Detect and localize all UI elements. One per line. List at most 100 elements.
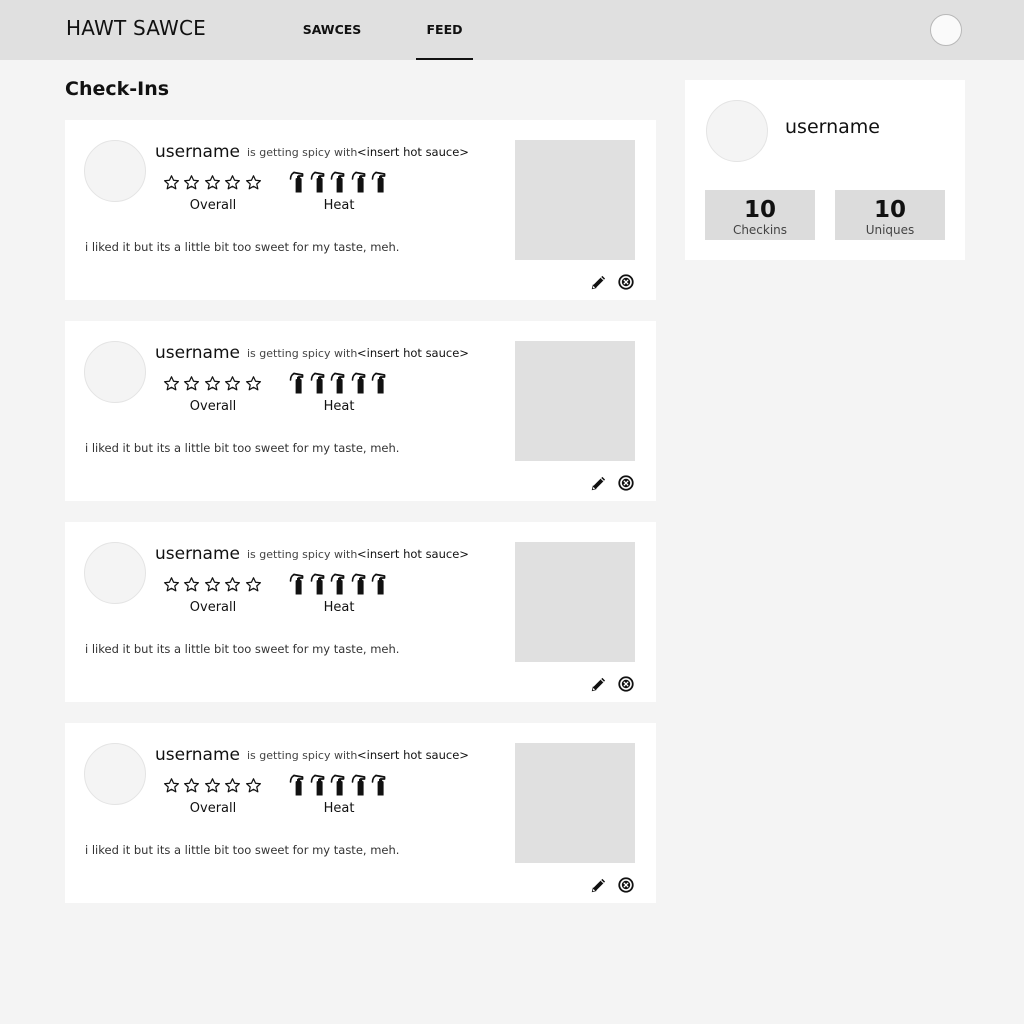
- checkin-comment: i liked it but its a little bit too swee…: [85, 441, 400, 455]
- star-outline-icon[interactable]: [243, 172, 264, 192]
- fire-extinguisher-icon[interactable]: [371, 371, 392, 395]
- star-outline-icon[interactable]: [182, 574, 203, 594]
- star-outline-icon[interactable]: [161, 574, 182, 594]
- tab-sawces[interactable]: SAWCES: [300, 0, 364, 60]
- checkin-comment: i liked it but its a little bit too swee…: [85, 240, 400, 254]
- checkin-username[interactable]: username: [155, 544, 240, 564]
- stat-uniques[interactable]: 10 Uniques: [835, 190, 945, 240]
- stat-uniques-value: 10: [873, 197, 906, 223]
- checkin-feed: username is getting spicy with <insert h…: [65, 120, 656, 924]
- fire-extinguisher-icon[interactable]: [351, 572, 372, 596]
- star-outline-icon[interactable]: [223, 172, 244, 192]
- edit-checkin-button[interactable]: [589, 272, 609, 292]
- fire-extinguisher-icon[interactable]: [310, 773, 331, 797]
- star-outline-icon[interactable]: [161, 373, 182, 393]
- pencil-icon: [590, 273, 608, 291]
- fire-extinguisher-icon[interactable]: [351, 170, 372, 194]
- checkin-username[interactable]: username: [155, 745, 240, 765]
- sauce-photo-placeholder: [515, 542, 635, 662]
- overall-rating: [161, 373, 264, 393]
- checkin-username[interactable]: username: [155, 343, 240, 363]
- fire-extinguisher-icon[interactable]: [330, 773, 351, 797]
- pencil-icon: [590, 876, 608, 894]
- overall-rating: [161, 775, 264, 795]
- checkin-username[interactable]: username: [155, 142, 240, 162]
- star-outline-icon[interactable]: [243, 775, 264, 795]
- fire-extinguisher-icon[interactable]: [289, 773, 310, 797]
- avatar[interactable]: [84, 743, 146, 805]
- edit-checkin-button[interactable]: [589, 875, 609, 895]
- avatar[interactable]: [706, 100, 768, 162]
- star-outline-icon[interactable]: [223, 373, 244, 393]
- tab-feed[interactable]: FEED: [416, 0, 473, 60]
- star-outline-icon[interactable]: [243, 574, 264, 594]
- fire-extinguisher-icon[interactable]: [330, 371, 351, 395]
- fire-extinguisher-icon[interactable]: [330, 170, 351, 194]
- star-outline-icon[interactable]: [243, 373, 264, 393]
- circle-x-icon: [617, 474, 635, 492]
- edit-checkin-button[interactable]: [589, 473, 609, 493]
- checkin-card: username is getting spicy with <insert h…: [65, 522, 656, 702]
- hot-sauce-link[interactable]: <insert hot sauce>: [357, 547, 469, 561]
- edit-checkin-button[interactable]: [589, 674, 609, 694]
- fire-extinguisher-icon[interactable]: [351, 773, 372, 797]
- heat-rating: [289, 170, 392, 194]
- hot-sauce-link[interactable]: <insert hot sauce>: [357, 748, 469, 762]
- star-outline-icon[interactable]: [161, 172, 182, 192]
- delete-checkin-button[interactable]: [616, 473, 636, 493]
- avatar[interactable]: [84, 542, 146, 604]
- star-outline-icon[interactable]: [182, 775, 203, 795]
- star-outline-icon[interactable]: [202, 172, 223, 192]
- delete-checkin-button[interactable]: [616, 674, 636, 694]
- fire-extinguisher-icon[interactable]: [351, 371, 372, 395]
- delete-checkin-button[interactable]: [616, 272, 636, 292]
- sauce-photo-placeholder: [515, 743, 635, 863]
- sauce-photo-placeholder: [515, 341, 635, 461]
- overall-label: Overall: [189, 600, 237, 615]
- star-outline-icon[interactable]: [202, 775, 223, 795]
- checkin-card: username is getting spicy with <insert h…: [65, 120, 656, 300]
- user-avatar-button[interactable]: [930, 14, 962, 46]
- heat-label: Heat: [323, 600, 355, 615]
- heat-rating: [289, 572, 392, 596]
- hot-sauce-link[interactable]: <insert hot sauce>: [357, 346, 469, 360]
- star-outline-icon[interactable]: [182, 172, 203, 192]
- avatar[interactable]: [84, 140, 146, 202]
- profile-username[interactable]: username: [785, 116, 880, 138]
- star-outline-icon[interactable]: [161, 775, 182, 795]
- heat-label: Heat: [323, 801, 355, 816]
- checkin-card: username is getting spicy with <insert h…: [65, 723, 656, 903]
- circle-x-icon: [617, 876, 635, 894]
- checkin-comment: i liked it but its a little bit too swee…: [85, 642, 400, 656]
- heat-label: Heat: [323, 399, 355, 414]
- fire-extinguisher-icon[interactable]: [371, 773, 392, 797]
- fire-extinguisher-icon[interactable]: [371, 572, 392, 596]
- fire-extinguisher-icon[interactable]: [310, 371, 331, 395]
- fire-extinguisher-icon[interactable]: [289, 170, 310, 194]
- fire-extinguisher-icon[interactable]: [310, 572, 331, 596]
- delete-checkin-button[interactable]: [616, 875, 636, 895]
- profile-summary-panel: username 10 Checkins 10 Uniques: [685, 80, 965, 260]
- fire-extinguisher-icon[interactable]: [330, 572, 351, 596]
- star-outline-icon[interactable]: [202, 574, 223, 594]
- circle-x-icon: [617, 273, 635, 291]
- fire-extinguisher-icon[interactable]: [289, 572, 310, 596]
- heat-label: Heat: [323, 198, 355, 213]
- avatar[interactable]: [84, 341, 146, 403]
- fire-extinguisher-icon[interactable]: [310, 170, 331, 194]
- stat-checkins[interactable]: 10 Checkins: [705, 190, 815, 240]
- pencil-icon: [590, 474, 608, 492]
- star-outline-icon[interactable]: [182, 373, 203, 393]
- brand-logo[interactable]: HAWT SAWCE: [66, 16, 206, 40]
- circle-x-icon: [617, 675, 635, 693]
- checkin-action-text: is getting spicy with: [247, 146, 358, 159]
- overall-rating: [161, 574, 264, 594]
- star-outline-icon[interactable]: [223, 574, 244, 594]
- overall-rating: [161, 172, 264, 192]
- fire-extinguisher-icon[interactable]: [289, 371, 310, 395]
- fire-extinguisher-icon[interactable]: [371, 170, 392, 194]
- star-outline-icon[interactable]: [223, 775, 244, 795]
- star-outline-icon[interactable]: [202, 373, 223, 393]
- hot-sauce-link[interactable]: <insert hot sauce>: [357, 145, 469, 159]
- checkin-action-text: is getting spicy with: [247, 347, 358, 360]
